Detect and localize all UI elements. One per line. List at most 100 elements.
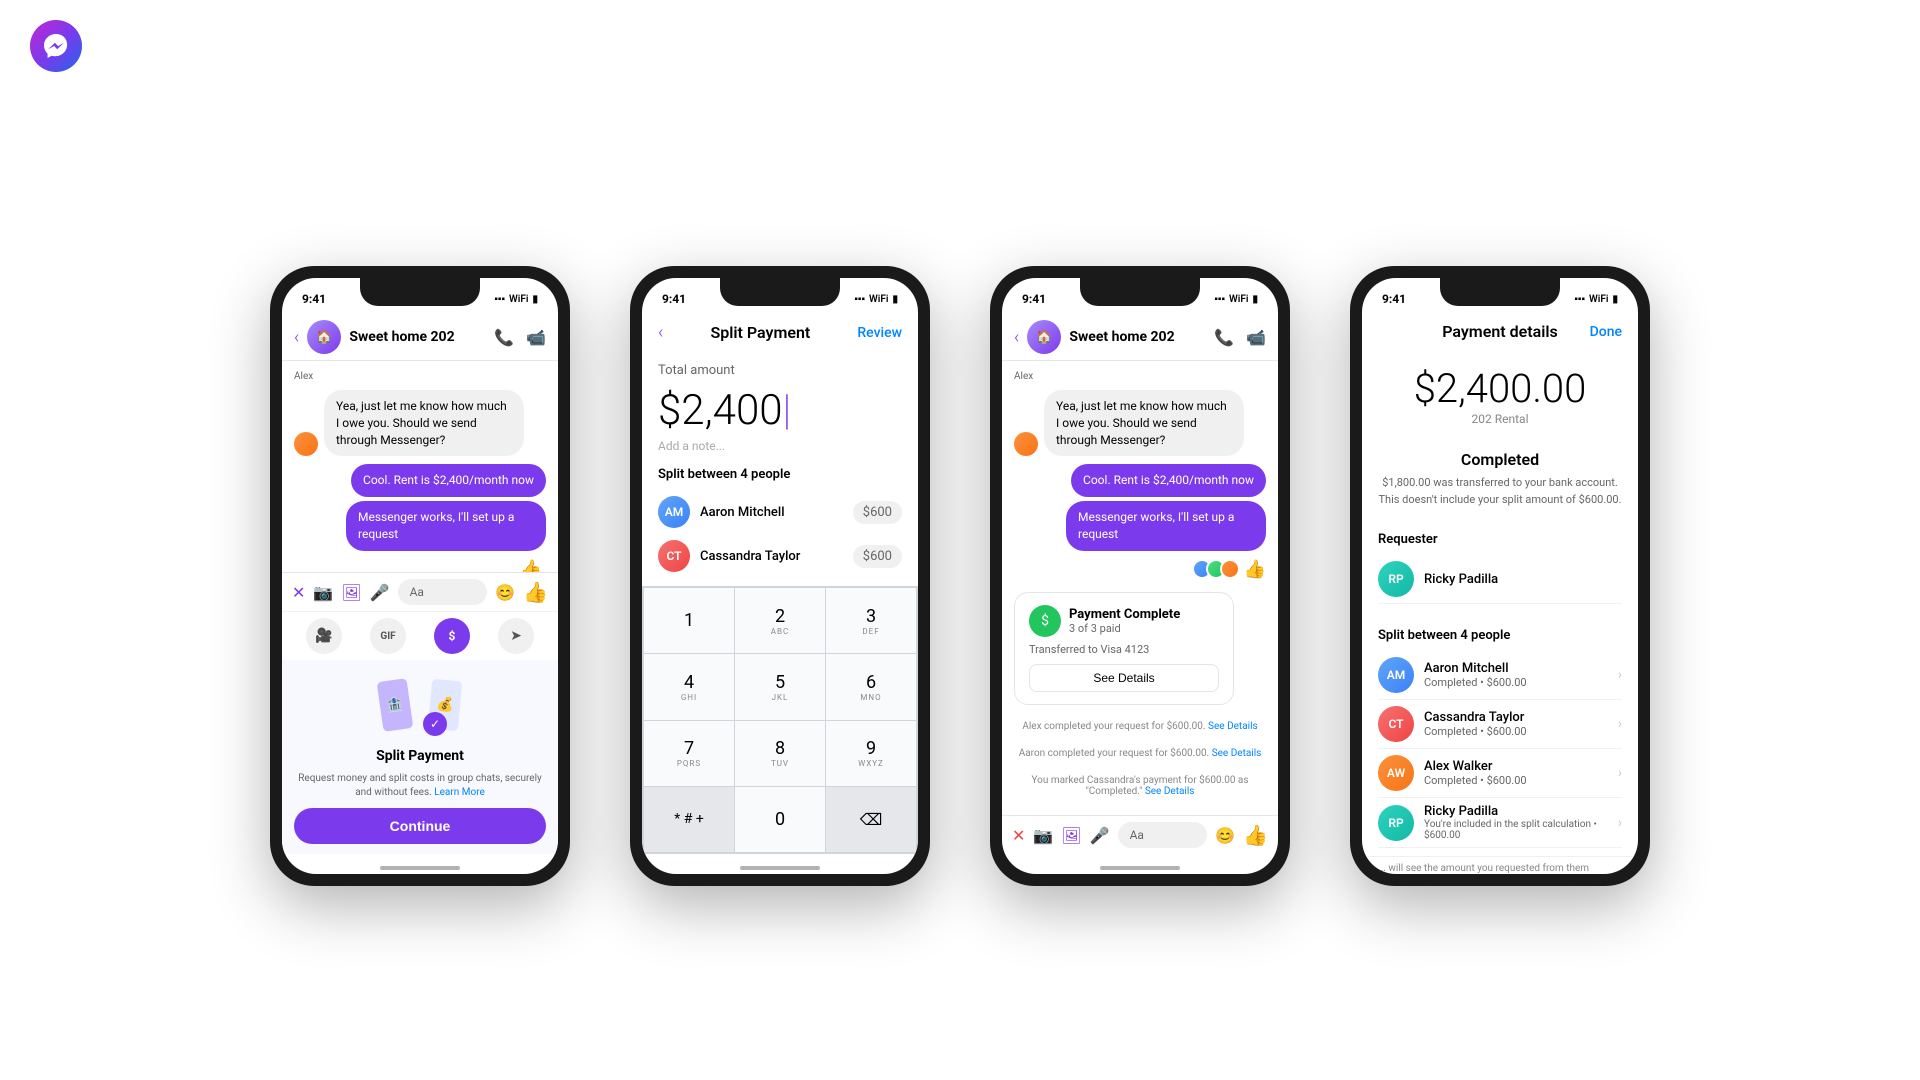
chat-input-bar-3[interactable]: ✕ 📷 🖼 🎤 Aa 😊 👍 [1002, 815, 1278, 854]
photo-icon-3[interactable]: 🖼 [1061, 826, 1081, 845]
chevron-ricky: › [1618, 815, 1622, 831]
camera-icon-3[interactable]: 📷 [1033, 826, 1053, 845]
video-icon-1[interactable]: 📹 [526, 328, 546, 347]
split-payment-title: Split Payment [710, 323, 810, 342]
emoji-icon-3[interactable]: 😊 [1215, 826, 1235, 845]
chevron-cassandra: › [1618, 716, 1622, 732]
battery-icon-2: ▮ [892, 294, 898, 305]
chat-header-3: ‹ 🏠 Sweet home 202 📞 📹 [1002, 314, 1278, 361]
emoji-icon-1[interactable]: 😊 [495, 583, 515, 602]
photo-icon-1[interactable]: 🖼 [341, 583, 361, 602]
phone-3: 9:41 ▪▪▪ WiFi ▮ ‹ 🏠 Sweet home 202 📞 📹 [990, 266, 1290, 886]
phones-container: 9:41 ▪▪▪ WiFi ▮ ‹ 🏠 Sweet home 202 📞 📹 [0, 92, 1920, 1080]
back-button-1[interactable]: ‹ [294, 327, 299, 348]
system-msg-1: Alex completed your request for $600.00.… [1014, 717, 1266, 736]
phone-icon-3[interactable]: 📞 [1214, 328, 1234, 347]
person-row-ricky-detail[interactable]: RP Ricky Padilla You're included in the … [1378, 798, 1622, 848]
chat-actions-bar-1: 🎥 GIF $ ➤ [282, 611, 558, 660]
like-icon-1[interactable]: 👍 [523, 580, 548, 604]
payment-complete-bubble: $ Payment Complete 3 of 3 paid Transferr… [1014, 592, 1234, 705]
messenger-logo [30, 20, 82, 72]
msg-avatar-1 [294, 432, 318, 456]
numpad-9[interactable]: 9WXYZ [826, 721, 916, 786]
numpad-symbols[interactable]: * # + [644, 787, 734, 852]
split-people-section: Split between 4 people AM Aaron Mitchell… [642, 459, 918, 586]
requester-row[interactable]: RP Ricky Padilla [1378, 555, 1622, 604]
cursor: | [783, 386, 792, 435]
payment-complete-title: Payment Complete [1069, 607, 1180, 622]
cassandra-detail-name: Cassandra Taylor [1424, 710, 1608, 725]
payment-complete-header: $ Payment Complete 3 of 3 paid [1029, 605, 1219, 637]
requester-name: Ricky Padilla [1424, 572, 1622, 587]
total-amount-section: Total amount $2,400| Add a note... [642, 351, 918, 459]
battery-icon-3: ▮ [1252, 294, 1258, 305]
mic-icon-1[interactable]: 🎤 [370, 583, 390, 602]
signal-icon-2: ▪▪▪ [854, 294, 865, 305]
see-details-link-2[interactable]: See Details [1212, 748, 1262, 759]
thumbs-up-emoji-3: 👍 [1244, 559, 1266, 580]
numpad-3[interactable]: 3DEF [826, 588, 916, 653]
msg-bubble-outgoing-1: Cool. Rent is $2,400/month now [351, 464, 546, 497]
person-row-cassandra-detail[interactable]: CT Cassandra Taylor Completed • $600.00 … [1378, 700, 1622, 749]
numpad-5[interactable]: 5JKL [735, 654, 825, 719]
review-button[interactable]: Review [857, 325, 902, 341]
msg-bubble-incoming-1: Yea, just let me know how much I owe you… [324, 390, 524, 456]
numpad-8[interactable]: 8TUV [735, 721, 825, 786]
msg-sender-alex-3: Alex [1014, 371, 1266, 382]
see-details-button[interactable]: See Details [1029, 664, 1219, 692]
like-icon-3[interactable]: 👍 [1243, 823, 1268, 847]
close-icon-1[interactable]: ✕ [292, 583, 305, 602]
cassandra-name: Cassandra Taylor [700, 549, 843, 564]
phone-3-notch [1080, 278, 1200, 306]
numpad-4[interactable]: 4GHI [644, 654, 734, 719]
mic-icon-3[interactable]: 🎤 [1090, 826, 1110, 845]
wifi-icon-3: WiFi [1229, 294, 1248, 305]
back-button-3[interactable]: ‹ [1014, 327, 1019, 348]
video-action-icon[interactable]: 🎥 [306, 618, 342, 654]
split-between-4-label: Split between 4 people [1378, 628, 1622, 643]
requester-avatar: RP [1378, 561, 1414, 597]
numpad-1[interactable]: 1 [644, 588, 734, 653]
learn-more-link[interactable]: Learn More [434, 787, 485, 798]
chat-header-1: ‹ 🏠 Sweet home 202 📞 📹 [282, 314, 558, 361]
phone-1-time: 9:41 [302, 292, 326, 306]
numpad-2[interactable]: 2ABC [735, 588, 825, 653]
numpad-7[interactable]: 7PQRS [644, 721, 734, 786]
aaron-detail-avatar: AM [1378, 657, 1414, 693]
battery-icon-4: ▮ [1612, 294, 1618, 305]
payment-visa-info: Transferred to Visa 4123 [1029, 643, 1219, 656]
msg-bubble-incoming-3: Yea, just let me know how much I owe you… [1044, 390, 1244, 456]
msg-row-incoming-1: Yea, just let me know how much I owe you… [294, 390, 546, 456]
person-row-aaron-detail[interactable]: AM Aaron Mitchell Completed • $600.00 › [1378, 651, 1622, 700]
phone-3-time: 9:41 [1022, 292, 1046, 306]
camera-icon-1[interactable]: 📷 [313, 583, 333, 602]
continue-button[interactable]: Continue [294, 808, 546, 844]
chat-input-3[interactable]: Aa [1118, 822, 1208, 848]
numpad: 1 2ABC 3DEF 4GHI 5JKL 6MNO 7PQRS 8TUV 9W… [642, 586, 918, 854]
see-details-link-3[interactable]: See Details [1145, 786, 1195, 797]
cassandra-detail-avatar: CT [1378, 706, 1414, 742]
numpad-6[interactable]: 6MNO [826, 654, 916, 719]
chat-input-bar-1[interactable]: ✕ 📷 🖼 🎤 Aa 😊 👍 [282, 572, 558, 611]
back-button-2[interactable]: ‹ [658, 322, 663, 343]
numpad-backspace[interactable]: ⌫ [826, 787, 916, 852]
send-action-icon[interactable]: ➤ [498, 618, 534, 654]
requester-section: Requester RP Ricky Padilla [1362, 524, 1638, 612]
person-row-alex-detail[interactable]: AW Alex Walker Completed • $600.00 › [1378, 749, 1622, 798]
chat-input-1[interactable]: Aa [398, 579, 488, 605]
phone-icon-1[interactable]: 📞 [494, 328, 514, 347]
phone-4-screen: 9:41 ▪▪▪ WiFi ▮ Done Payment details Don… [1362, 278, 1638, 874]
payment-complete-info: Payment Complete 3 of 3 paid [1069, 607, 1180, 635]
phone-4-status-icons: ▪▪▪ WiFi ▮ [1574, 294, 1618, 305]
video-icon-3[interactable]: 📹 [1246, 328, 1266, 347]
numpad-0[interactable]: 0 [735, 787, 825, 852]
done-button[interactable]: Done [1590, 324, 1622, 340]
chevron-aaron: › [1618, 667, 1622, 683]
close-icon-3[interactable]: ✕ [1012, 826, 1025, 845]
payment-action-icon[interactable]: $ [434, 618, 470, 654]
person-row-aaron: AM Aaron Mitchell $600 [658, 490, 902, 534]
add-note-field[interactable]: Add a note... [658, 439, 902, 453]
see-details-link-1[interactable]: See Details [1208, 721, 1258, 732]
gif-action-icon[interactable]: GIF [370, 618, 406, 654]
ricky-detail-avatar: RP [1378, 805, 1414, 841]
